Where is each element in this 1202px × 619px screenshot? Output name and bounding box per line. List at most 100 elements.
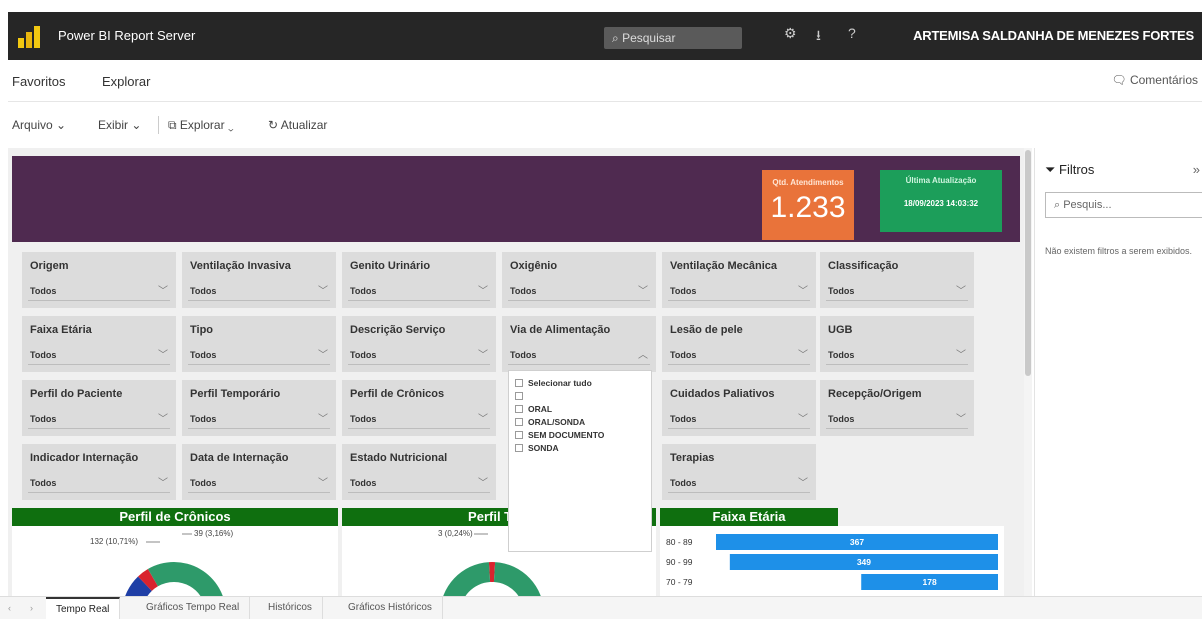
chevron-down-icon[interactable]: ﹀ <box>798 474 808 489</box>
slicer-ugb[interactable]: UGB Todos ﹀ <box>820 316 974 372</box>
slicer-recepcao-origem[interactable]: Recepção/Origem Todos ﹀ <box>820 380 974 436</box>
search-icon: ⌕ <box>612 31 619 45</box>
chevron-down-icon[interactable]: ﹀ <box>956 282 966 297</box>
comments-button[interactable]: 🗨 Comentários <box>1111 73 1198 87</box>
tab-scroll-left-icon[interactable]: ‹ <box>8 597 11 619</box>
chevron-up-icon[interactable]: ︿ <box>638 346 648 361</box>
slicer-classificacao[interactable]: Classificação Todos ﹀ <box>820 252 974 308</box>
chevron-down-icon[interactable]: ﹀ <box>158 410 168 425</box>
via-alimentacao-dropdown[interactable]: Selecionar tudo ORAL ORAL/SONDA SEM DOCUMEN… <box>508 370 652 552</box>
chevron-down-icon[interactable]: ﹀ <box>318 474 328 489</box>
chevron-down-icon[interactable]: ﹀ <box>318 282 328 297</box>
download-icon[interactable]: ⭳ <box>816 25 821 49</box>
donut-slice[interactable] <box>440 562 491 596</box>
chevron-down-icon[interactable]: ﹀ <box>478 410 488 425</box>
slicer-faixa-etaria[interactable]: Faixa Etária Todos ﹀ <box>22 316 176 372</box>
explore-menu-button[interactable]: ⧉ Explorar ⌄ <box>168 118 234 133</box>
search-input[interactable]: ⌕ Pesquisar <box>604 27 742 49</box>
help-icon[interactable]: ? <box>848 25 856 41</box>
checkbox[interactable] <box>515 418 523 426</box>
tab-scroll-right-icon[interactable]: › <box>30 597 33 619</box>
chevron-down-icon[interactable]: ﹀ <box>158 346 168 361</box>
slicer-ventilacao-mecanica[interactable]: Ventilação Mecânica Todos ﹀ <box>662 252 816 308</box>
scroll-thumb[interactable] <box>1025 150 1031 376</box>
slicer-estado-nutricional[interactable]: Estado Nutricional Todos ﹀ <box>342 444 496 500</box>
slicer-label: Estado Nutricional <box>350 452 448 464</box>
chevron-down-icon: ⌄ <box>227 118 234 132</box>
slicer-underline <box>188 300 330 301</box>
slicer-perfil-do-paciente[interactable]: Perfil do Paciente Todos ﹀ <box>22 380 176 436</box>
checkbox[interactable] <box>515 379 523 387</box>
tab-historicos[interactable]: Históricos <box>258 597 323 619</box>
dropdown-option[interactable]: Selecionar tudo <box>515 377 651 389</box>
bar-value-label: 178 <box>923 577 937 587</box>
nav-explore[interactable]: Explorar <box>102 74 150 89</box>
report-app: Power BI Report Server ⌕ Pesquisar ⚙ ⭳ ?… <box>0 0 1202 619</box>
slicer-perfil-de-cronicos[interactable]: Perfil de Crônicos Todos ﹀ <box>342 380 496 436</box>
chevron-down-icon[interactable]: ﹀ <box>798 410 808 425</box>
slicer-via-de-alimentacao[interactable]: Via de Alimentação Todos ︿ <box>502 316 656 372</box>
dropdown-option[interactable]: SONDA <box>515 442 651 454</box>
slicer-underline <box>28 428 170 429</box>
explore-menu-label: Explorar <box>179 118 225 132</box>
chevron-down-icon[interactable]: ﹀ <box>798 282 808 297</box>
donut-slice[interactable] <box>147 562 226 596</box>
chevron-down-icon[interactable]: ﹀ <box>478 474 488 489</box>
kpi-card-attendances: Qtd. Atendimentos 1.233 <box>762 170 854 240</box>
checkbox[interactable] <box>515 405 523 413</box>
chevron-down-icon[interactable]: ﹀ <box>478 282 488 297</box>
dropdown-option[interactable]: ORAL/SONDA <box>515 416 651 428</box>
bar-chart-faixa-etaria[interactable]: 80 - 89 367 90 - 99 349 70 - 79 178 <box>660 526 1004 596</box>
slicer-label: Indicador Internação <box>30 452 139 464</box>
slicer-descricao-servico[interactable]: Descrição Serviço Todos ﹀ <box>342 316 496 372</box>
nav-favorites[interactable]: Favoritos <box>12 74 65 89</box>
slicer-value: Todos <box>30 350 57 360</box>
slicer-value: Todos <box>828 350 855 360</box>
user-name[interactable]: ARTEMISA SALDANHA DE MENEZES FORTES <box>913 28 1194 43</box>
chevron-down-icon[interactable]: ﹀ <box>318 410 328 425</box>
filters-pane: ⏷ Filtros » ⌕ Pesquis... Não existem fil… <box>1034 148 1202 596</box>
slicer-label: Tipo <box>190 324 214 336</box>
chevron-down-icon[interactable]: ﹀ <box>638 282 648 297</box>
tab-graficos-historicos[interactable]: Gráficos Históricos <box>338 597 443 619</box>
checkbox[interactable] <box>515 444 523 452</box>
slicer-perfil-temporario[interactable]: Perfil Temporário Todos ﹀ <box>182 380 336 436</box>
tab-graficos-tempo-real[interactable]: Gráficos Tempo Real <box>136 597 251 619</box>
dropdown-option[interactable]: ORAL <box>515 403 651 415</box>
slicer-tipo[interactable]: Tipo Todos ﹀ <box>182 316 336 372</box>
donut-chart-cronicos[interactable]: 132 (10,71%) 39 (3,16%) <box>12 526 338 596</box>
slicer-origem[interactable]: Origem Todos ﹀ <box>22 252 176 308</box>
slicer-cuidados-paliativos[interactable]: Cuidados Paliativos Todos ﹀ <box>662 380 816 436</box>
dropdown-option[interactable] <box>515 390 651 402</box>
chevron-down-icon[interactable]: ﹀ <box>478 346 488 361</box>
filters-search-input[interactable]: ⌕ Pesquis... <box>1045 192 1202 218</box>
slicer-value: Todos <box>350 478 377 488</box>
slicer-underline <box>348 492 490 493</box>
tab-tempo-real[interactable]: Tempo Real <box>46 597 121 619</box>
slicer-data-de-internacao[interactable]: Data de Internação Todos ﹀ <box>182 444 336 500</box>
file-menu-button[interactable]: Arquivo ⌄ <box>12 118 66 132</box>
chevron-down-icon[interactable]: ﹀ <box>956 346 966 361</box>
chevron-down-icon[interactable]: ﹀ <box>956 410 966 425</box>
refresh-button[interactable]: ↻ Atualizar <box>268 118 327 132</box>
donut-slice[interactable] <box>493 562 544 596</box>
checkbox[interactable] <box>515 431 523 439</box>
slicer-label: Data de Internação <box>190 452 289 464</box>
slicer-oxigenio[interactable]: Oxigênio Todos ﹀ <box>502 252 656 308</box>
slicer-indicador-internacao[interactable]: Indicador Internação Todos ﹀ <box>22 444 176 500</box>
slicer-genito-urinario[interactable]: Genito Urinário Todos ﹀ <box>342 252 496 308</box>
chevron-down-icon[interactable]: ﹀ <box>318 346 328 361</box>
chevron-down-icon[interactable]: ﹀ <box>158 474 168 489</box>
slicer-terapias[interactable]: Terapias Todos ﹀ <box>662 444 816 500</box>
category-label: 80 - 89 <box>666 537 693 547</box>
chevron-down-icon[interactable]: ﹀ <box>158 282 168 297</box>
chevron-down-icon[interactable]: ﹀ <box>798 346 808 361</box>
collapse-pane-icon[interactable]: » <box>1193 162 1200 177</box>
slicer-ventilacao-invasiva[interactable]: Ventilação Invasiva Todos ﹀ <box>182 252 336 308</box>
canvas-scrollbar[interactable] <box>1024 148 1032 596</box>
settings-gear-icon[interactable]: ⚙ <box>784 25 797 42</box>
view-menu-button[interactable]: Exibir ⌄ <box>98 118 141 132</box>
checkbox[interactable] <box>515 392 523 400</box>
slicer-lesao-de-pele[interactable]: Lesão de pele Todos ﹀ <box>662 316 816 372</box>
dropdown-option[interactable]: SEM DOCUMENTO <box>515 429 651 441</box>
